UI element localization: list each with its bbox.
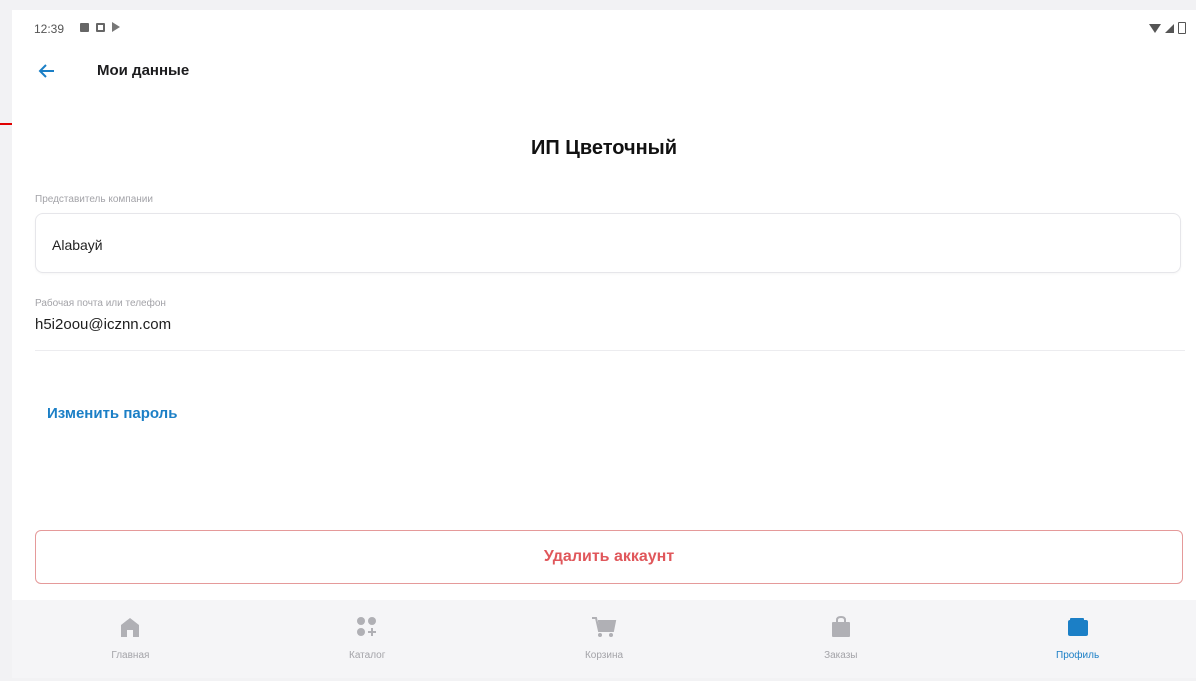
cart-icon xyxy=(589,612,619,642)
nav-label-profile: Профиль xyxy=(1056,650,1100,661)
wifi-icon xyxy=(1149,23,1161,33)
nav-label-cart: Корзина xyxy=(584,650,624,661)
nav-item-catalog[interactable]: Каталог xyxy=(249,600,486,678)
profile-wallet-icon xyxy=(1063,612,1093,642)
change-password-link[interactable]: Изменить пароль xyxy=(47,405,177,422)
representative-label: Представитель компании xyxy=(35,194,153,205)
app-notification-icon xyxy=(96,22,105,32)
divider xyxy=(35,350,1185,351)
play-store-icon xyxy=(112,22,120,32)
delete-account-label: Удалить аккаунт xyxy=(543,548,675,565)
signal-icon xyxy=(1165,23,1174,33)
nav-item-profile[interactable]: Профиль xyxy=(959,600,1196,678)
delete-account-button[interactable]: Удалить аккаунт xyxy=(35,530,1183,584)
nav-item-cart[interactable]: Корзина xyxy=(486,600,723,678)
contact-label: Рабочая почта или телефон xyxy=(35,298,166,309)
status-time: 12:39 xyxy=(34,22,65,36)
home-icon xyxy=(115,612,145,642)
representative-input[interactable]: Alabayй xyxy=(35,213,1181,273)
orders-bag-icon xyxy=(826,612,856,642)
representative-value: Alabayй xyxy=(52,237,103,253)
nav-item-home[interactable]: Главная xyxy=(12,600,249,678)
app-bar: Мои данные xyxy=(12,50,1196,92)
catalog-icon xyxy=(352,612,382,642)
arrow-left-icon xyxy=(38,64,54,78)
back-button[interactable] xyxy=(32,58,62,84)
nav-label-home: Главная xyxy=(111,650,150,661)
nav-item-orders[interactable]: Заказы xyxy=(722,600,959,678)
app-screen: 12:39 Мои данные ИП Цветочный Представит… xyxy=(12,10,1196,678)
contact-email-value: h5i2oou@icznn.com xyxy=(35,316,172,333)
nav-label-orders: Заказы xyxy=(824,650,858,661)
bottom-navigation: Главная Каталог Корзина Заказы Профиль xyxy=(12,600,1196,678)
page-title: Мои данные xyxy=(97,62,190,79)
company-name: ИП Цветочный xyxy=(530,137,678,159)
gallery-notification-icon xyxy=(80,22,89,32)
system-icons xyxy=(1149,22,1186,34)
status-bar: 12:39 xyxy=(12,10,1196,50)
nav-label-catalog: Каталог xyxy=(349,650,386,661)
notification-icons xyxy=(80,22,120,32)
battery-icon xyxy=(1178,22,1186,34)
